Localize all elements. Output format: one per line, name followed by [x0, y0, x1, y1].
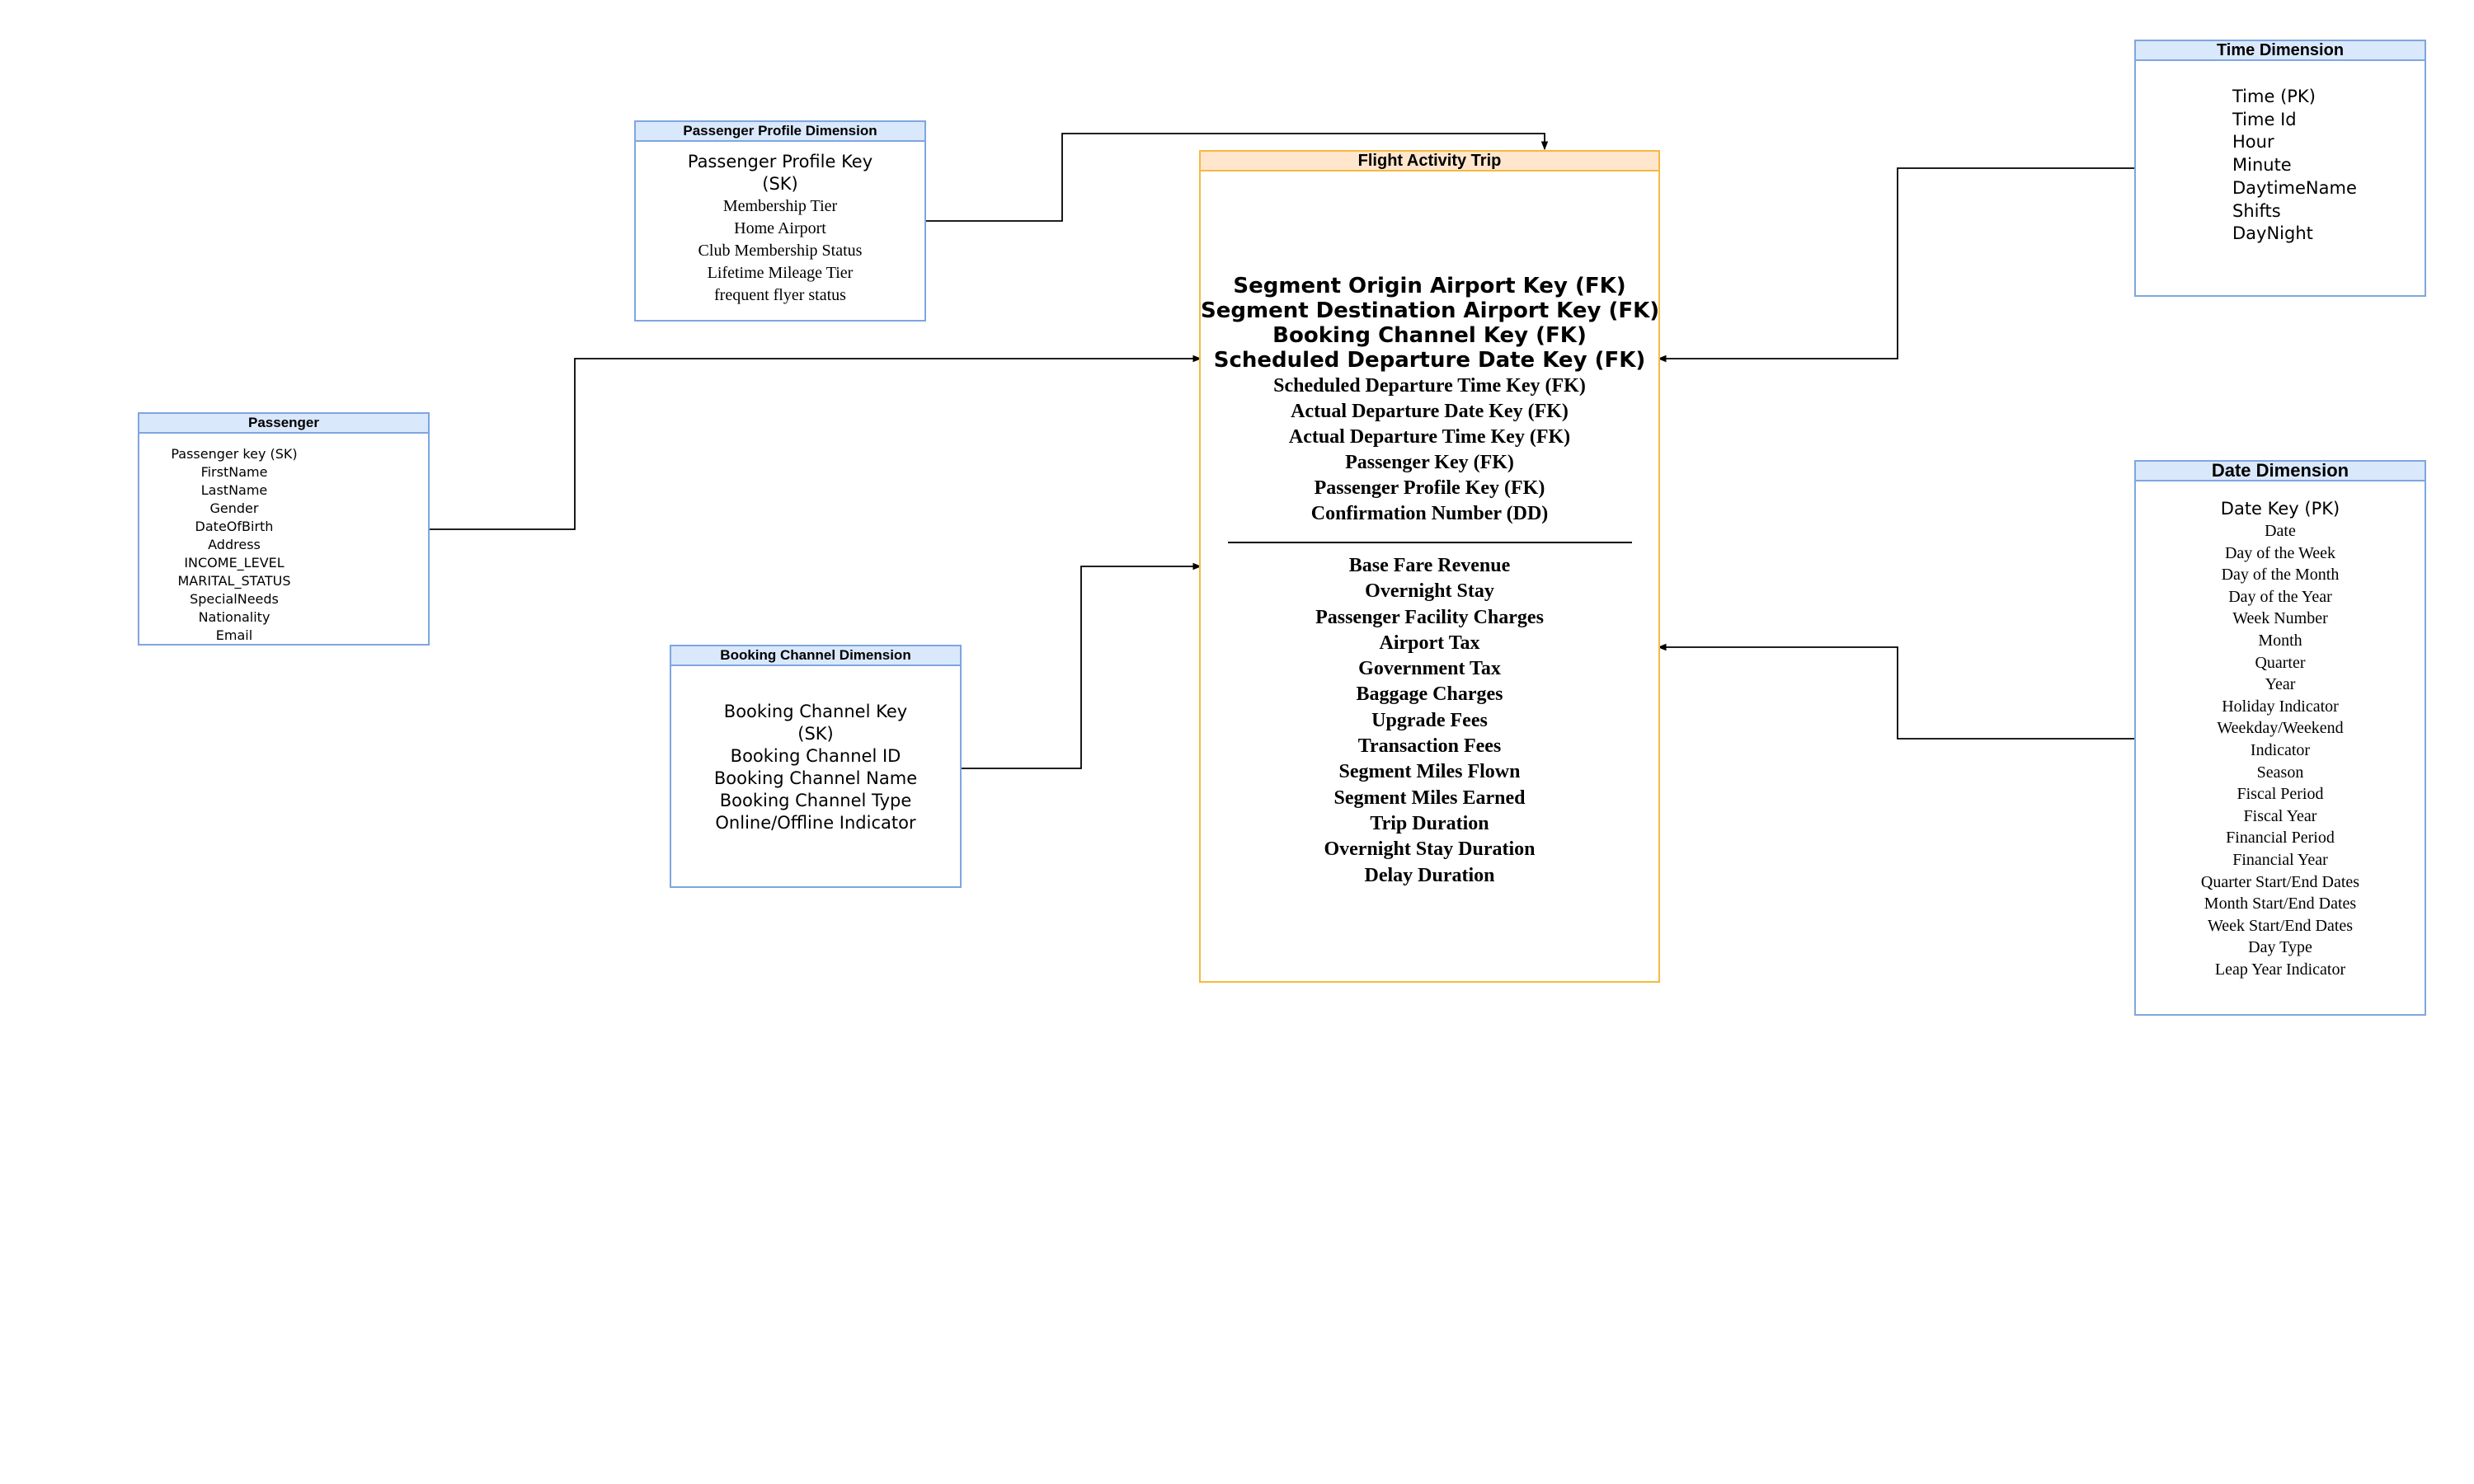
measure-upgrade-fees: Upgrade Fees — [1371, 709, 1488, 731]
attr-quarter: Quarter — [2255, 653, 2306, 672]
passenger-profile-dimension-title: Passenger Profile Dimension — [636, 122, 924, 142]
attr-sk: (SK) — [762, 174, 798, 194]
attr-dateofbirth: DateOfBirth — [195, 519, 274, 534]
time-dimension-table[interactable]: Time Dimension Time (PK) Time Id Hour Mi… — [2134, 40, 2426, 297]
keys-measures-divider — [1227, 542, 1632, 543]
measure-delay-duration: Delay Duration — [1364, 864, 1495, 886]
attr-week-start-end-dates: Week Start/End Dates — [2207, 916, 2354, 935]
measure-segment-miles-flown: Segment Miles Flown — [1338, 761, 1521, 783]
attr-weekday-weekend: Weekday/Weekend — [2217, 719, 2344, 738]
attr-booking-channel-name: Booking Channel Name — [713, 768, 918, 788]
attr-month: Month — [2258, 631, 2302, 650]
fk-scheduled-departure-date: Scheduled Departure Date Key (FK) — [1213, 348, 1646, 373]
measure-airport-tax: Airport Tax — [1379, 632, 1480, 654]
dd-confirmation-number: Confirmation Number (DD) — [1310, 503, 1549, 524]
attr-gender: Gender — [209, 500, 259, 516]
measure-trip-duration: Trip Duration — [1370, 812, 1489, 834]
attr-fiscal-period: Fiscal Period — [2236, 785, 2324, 804]
attr-holiday-indicator: Holiday Indicator — [2222, 697, 2339, 716]
measure-segment-miles-earned: Segment Miles Earned — [1333, 787, 1526, 809]
attr-home-airport: Home Airport — [734, 219, 826, 237]
attr-minute: Minute — [2232, 155, 2292, 176]
attr-date: Date — [2265, 522, 2296, 540]
attr-day-of-the-week: Day of the Week — [2224, 543, 2336, 562]
attr-financial-period: Financial Period — [2226, 829, 2335, 848]
attr-email: Email — [215, 627, 253, 643]
attr-financial-year: Financial Year — [2232, 850, 2328, 869]
attr-time-pk: Time (PK) — [2232, 87, 2316, 106]
attr-specialneeds: SpecialNeeds — [190, 591, 279, 607]
passenger-table[interactable]: Passenger Passenger key (SK) FirstName L… — [138, 412, 430, 646]
attr-day-of-the-month: Day of the Month — [2221, 566, 2340, 585]
attr-daytimename: DaytimeName — [2232, 177, 2357, 198]
fk-actual-departure-time: Actual Departure Time Key (FK) — [1288, 426, 1571, 448]
attr-leap-year-indicator: Leap Year Indicator — [2214, 960, 2346, 979]
attr-daynight: DayNight — [2232, 223, 2313, 244]
attr-indicator: Indicator — [2250, 740, 2311, 759]
passenger-title: Passenger — [139, 414, 428, 434]
attr-sk: (SK) — [797, 724, 834, 744]
attr-address: Address — [208, 537, 261, 552]
measure-baggage-charges: Baggage Charges — [1356, 683, 1503, 706]
connector-time-to-fact — [1657, 167, 2135, 363]
attr-date-key-pk: Date Key (PK) — [2220, 499, 2340, 519]
attr-week-number: Week Number — [2232, 609, 2328, 628]
attr-club-membership-status: Club Membership Status — [698, 242, 863, 260]
attr-shifts: Shifts — [2232, 200, 2281, 221]
passenger-profile-dimension-table[interactable]: Passenger Profile Dimension Passenger Pr… — [634, 120, 926, 322]
connector-passenger-to-fact — [429, 355, 1202, 530]
fk-booking-channel: Booking Channel Key (FK) — [1272, 323, 1587, 348]
attr-day-type: Day Type — [2248, 938, 2312, 957]
attr-fiscal-year: Fiscal Year — [2243, 806, 2317, 825]
attr-income-level: INCOME_LEVEL — [184, 555, 285, 571]
attr-booking-channel-key: Booking Channel Key — [723, 702, 908, 721]
fk-scheduled-departure-time: Scheduled Departure Time Key (FK) — [1273, 375, 1586, 397]
attr-booking-channel-id: Booking Channel ID — [730, 746, 901, 766]
flight-activity-trip-title: Flight Activity Trip — [1201, 152, 1658, 171]
attr-day-of-the-year: Day of the Year — [2228, 587, 2332, 606]
attr-membership-tier: Membership Tier — [722, 197, 838, 215]
fk-passenger-profile: Passenger Profile Key (FK) — [1314, 477, 1545, 499]
time-dimension-title: Time Dimension — [2136, 41, 2425, 61]
measure-passenger-facility-charges: Passenger Facility Charges — [1315, 606, 1544, 628]
attr-hour: Hour — [2232, 132, 2274, 153]
date-dimension-title: Date Dimension — [2136, 462, 2425, 481]
attr-time-id: Time Id — [2232, 109, 2297, 129]
attr-lastname: LastName — [200, 482, 268, 498]
measure-overnight-stay-duration: Overnight Stay Duration — [1324, 838, 1536, 861]
attr-season: Season — [2256, 763, 2304, 782]
flight-activity-trip-fact-table[interactable]: Flight Activity Trip Segment Origin Airp… — [1199, 150, 1660, 983]
measure-base-fare-revenue: Base Fare Revenue — [1348, 555, 1511, 576]
attr-quarter-start-end-dates: Quarter Start/End Dates — [2200, 872, 2360, 891]
measure-transaction-fees: Transaction Fees — [1357, 735, 1502, 758]
booking-channel-dimension-title: Booking Channel Dimension — [671, 646, 960, 666]
attr-booking-channel-type: Booking Channel Type — [719, 791, 912, 810]
attr-month-start-end-dates: Month Start/End Dates — [2204, 895, 2357, 913]
connector-date-to-fact — [1657, 643, 2135, 740]
attr-lifetime-mileage-tier: Lifetime Mileage Tier — [707, 264, 854, 282]
date-dimension-table[interactable]: Date Dimension Date Key (PK) Date Day of… — [2134, 460, 2426, 1016]
measure-overnight-stay: Overnight Stay — [1365, 580, 1494, 603]
attr-nationality: Nationality — [198, 609, 270, 625]
attr-firstname: FirstName — [200, 464, 268, 480]
fk-actual-departure-date: Actual Departure Date Key (FK) — [1291, 401, 1569, 422]
fk-passenger: Passenger Key (FK) — [1345, 452, 1514, 473]
attr-year: Year — [2265, 675, 2296, 694]
fk-segment-origin-airport: Segment Origin Airport Key (FK) — [1233, 274, 1626, 298]
attr-frequent-flyer-status: frequent flyer status — [714, 286, 846, 304]
attr-passenger-key: Passenger key (SK) — [171, 446, 298, 462]
attr-passenger-profile-key: Passenger Profile Key — [687, 152, 873, 171]
attr-online-offline-indicator: Online/Offline Indicator — [715, 813, 916, 833]
connector-booking-channel-to-fact — [962, 562, 1202, 769]
fk-segment-destination-airport: Segment Destination Airport Key (FK) — [1201, 298, 1660, 323]
measure-government-tax: Government Tax — [1358, 658, 1501, 680]
attr-marital-status: MARITAL_STATUS — [177, 573, 291, 589]
booking-channel-dimension-table[interactable]: Booking Channel Dimension Booking Channe… — [670, 645, 962, 888]
